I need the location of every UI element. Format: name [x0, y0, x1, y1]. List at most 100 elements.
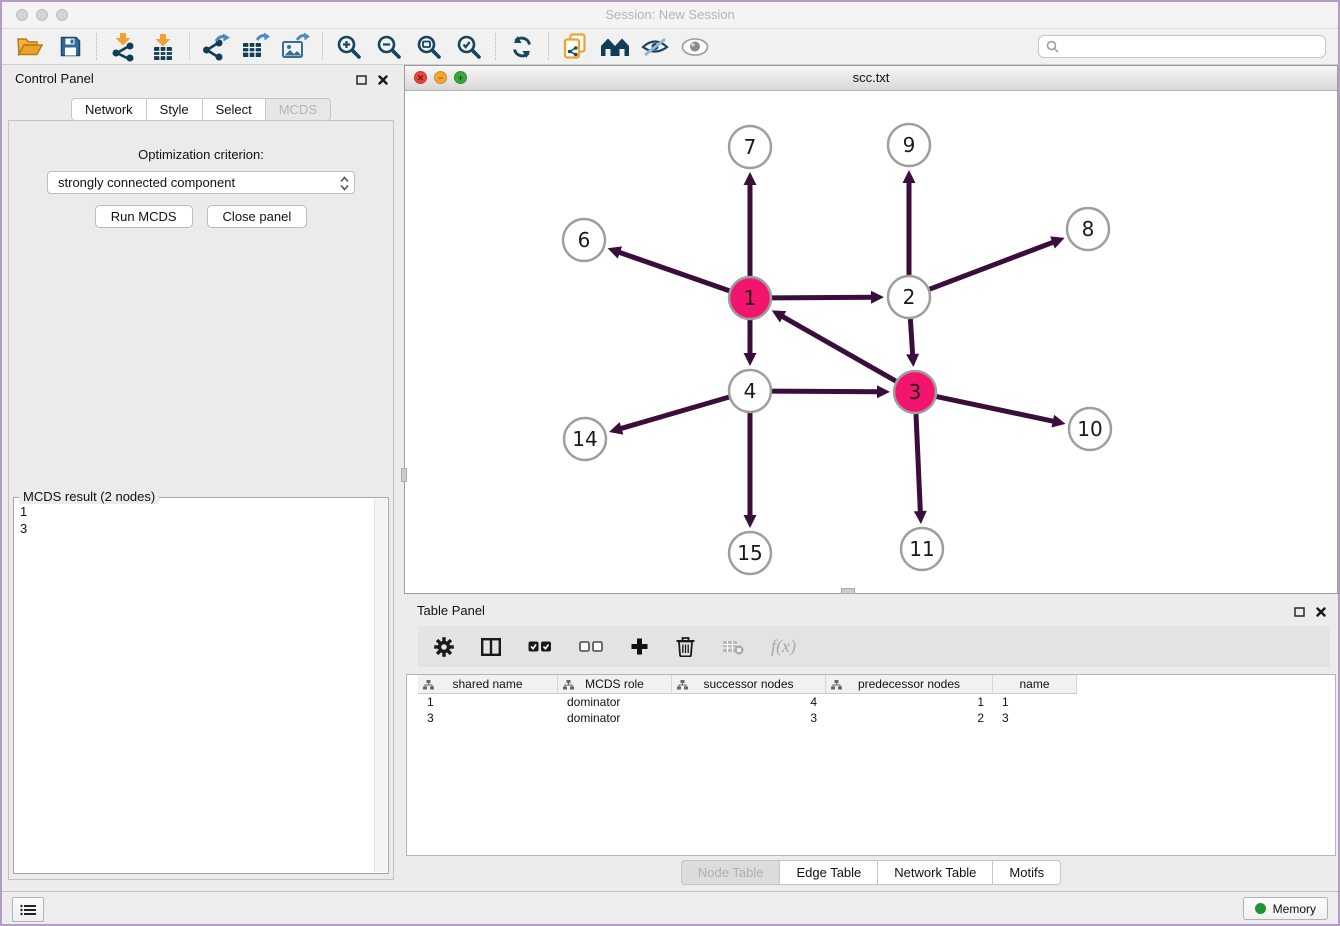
network-window-titlebar[interactable]: ✕ − + scc.txt	[405, 66, 1337, 91]
network-maximize-button[interactable]: +	[454, 71, 467, 84]
toolbar-separator	[189, 33, 190, 60]
import-table-button[interactable]	[143, 31, 183, 63]
network-canvas[interactable]: 7968124314101511	[405, 90, 1337, 593]
table-cell[interactable]: 3	[672, 710, 826, 726]
graph-node-label-15: 15	[737, 541, 762, 565]
column-header-MCDS-role[interactable]: MCDS role	[558, 675, 672, 694]
table-row[interactable]: 1dominator411	[418, 694, 1077, 710]
save-session-button[interactable]	[50, 31, 90, 63]
network-minimize-button[interactable]: −	[434, 71, 447, 84]
table-cell[interactable]: 3	[418, 710, 558, 726]
search-input[interactable]	[1038, 35, 1326, 58]
table-cell[interactable]: dominator	[558, 694, 672, 710]
close-panel-icon[interactable]	[378, 72, 388, 90]
graph-edge-3-10[interactable]	[937, 397, 1055, 422]
graph-edge-4-14[interactable]	[620, 397, 729, 429]
tab-edge-table[interactable]: Edge Table	[779, 860, 878, 885]
zoom-selected-button[interactable]	[449, 31, 489, 63]
horizontal-splitter-handle[interactable]	[841, 588, 855, 594]
table-rows: 1dominator4113dominator323	[418, 694, 1077, 726]
column-header-predecessor-nodes[interactable]: predecessor nodes	[826, 675, 993, 694]
add-row-button[interactable]	[630, 637, 649, 656]
graph-edge-1-2[interactable]	[772, 297, 873, 298]
table-cell[interactable]: dominator	[558, 710, 672, 726]
shared-column-icon	[563, 679, 574, 693]
show-column-button[interactable]	[481, 638, 501, 656]
close-panel-icon[interactable]	[1316, 604, 1326, 622]
refresh-network-button[interactable]	[502, 31, 542, 63]
float-panel-icon[interactable]	[356, 72, 367, 90]
export-network-button[interactable]	[196, 31, 236, 63]
toolbar-separator	[548, 33, 549, 60]
zoom-in-button[interactable]	[329, 31, 369, 63]
hide-selected-button[interactable]	[635, 31, 675, 63]
status-bar: Memory	[2, 891, 1338, 924]
delete-row-button[interactable]	[676, 636, 695, 657]
table-panel: Table Panel f(x) shared nameMCDS rolesuc…	[404, 597, 1338, 890]
first-neighbors-button[interactable]	[595, 31, 635, 63]
function-builder-button[interactable]: f(x)	[771, 636, 796, 657]
clone-network-button[interactable]	[555, 31, 595, 63]
column-header-name[interactable]: name	[993, 675, 1077, 694]
gear-icon	[434, 637, 454, 657]
tab-select[interactable]: Select	[202, 98, 266, 121]
table-cell[interactable]: 2	[826, 710, 993, 726]
zoom-out-icon	[376, 34, 402, 60]
column-header-successor-nodes[interactable]: successor nodes	[672, 675, 826, 694]
graph-edge-4-3[interactable]	[772, 391, 879, 392]
graph-edge-3-11[interactable]	[916, 414, 920, 513]
open-session-button[interactable]	[10, 31, 50, 63]
table-cell[interactable]: 4	[672, 694, 826, 710]
zoom-fit-icon	[416, 34, 442, 60]
table-cell[interactable]: 1	[418, 694, 558, 710]
shared-column-icon	[831, 679, 842, 693]
task-history-button[interactable]	[12, 897, 44, 922]
graph-edge-2-8[interactable]	[930, 242, 1055, 289]
memory-label: Memory	[1273, 902, 1316, 916]
network-close-button[interactable]: ✕	[414, 71, 427, 84]
graph-arrowhead	[877, 385, 890, 398]
zoom-fit-button[interactable]	[409, 31, 449, 63]
unselect-all-button[interactable]	[579, 641, 603, 652]
vertical-splitter-handle[interactable]	[401, 468, 407, 482]
show-all-button[interactable]	[675, 31, 715, 63]
tab-network-table[interactable]: Network Table	[877, 860, 993, 885]
zoom-in-icon	[336, 34, 362, 60]
graph-arrowhead	[903, 170, 916, 183]
import-network-button[interactable]	[103, 31, 143, 63]
mcds-result-scrollbar[interactable]	[374, 499, 387, 872]
memory-button[interactable]: Memory	[1243, 897, 1328, 920]
table-row[interactable]: 3dominator323	[418, 710, 1077, 726]
control-panel-header: Control Panel	[2, 65, 400, 91]
criterion-select[interactable]: strongly connected component	[47, 171, 355, 194]
checked-boxes-icon	[528, 641, 552, 652]
float-panel-icon[interactable]	[1294, 604, 1305, 622]
export-table-button[interactable]	[236, 31, 276, 63]
mcds-result-text[interactable]: 1 3	[15, 500, 374, 872]
table-cell[interactable]: 3	[993, 710, 1077, 726]
graph-edge-3-1[interactable]	[781, 316, 896, 381]
column-header-shared-name[interactable]: shared name	[418, 675, 558, 694]
tab-network[interactable]: Network	[71, 98, 147, 121]
graph-edge-1-6[interactable]	[618, 252, 729, 291]
tab-mcds[interactable]: MCDS	[265, 98, 331, 121]
graph-edge-2-3[interactable]	[910, 319, 912, 356]
column-header-label: MCDS role	[585, 677, 644, 691]
tab-motifs[interactable]: Motifs	[992, 860, 1061, 885]
graph-node-label-4: 4	[744, 379, 757, 403]
run-mcds-button[interactable]: Run MCDS	[95, 205, 193, 228]
tab-node-table[interactable]: Node Table	[681, 860, 781, 885]
table-cell[interactable]: 1	[993, 694, 1077, 710]
select-all-button[interactable]	[528, 641, 552, 652]
close-panel-button[interactable]: Close panel	[207, 205, 308, 228]
zoom-out-button[interactable]	[369, 31, 409, 63]
mcds-result-group: MCDS result (2 nodes) 1 3	[13, 497, 389, 874]
table-cell[interactable]: 1	[826, 694, 993, 710]
graph-node-label-14: 14	[572, 427, 597, 451]
clone-network-icon	[563, 33, 587, 60]
tab-style[interactable]: Style	[146, 98, 203, 121]
column-settings-button[interactable]	[434, 637, 454, 657]
graph-arrowhead	[906, 354, 919, 367]
delete-column-button[interactable]	[722, 639, 744, 655]
export-image-button[interactable]	[276, 31, 316, 63]
